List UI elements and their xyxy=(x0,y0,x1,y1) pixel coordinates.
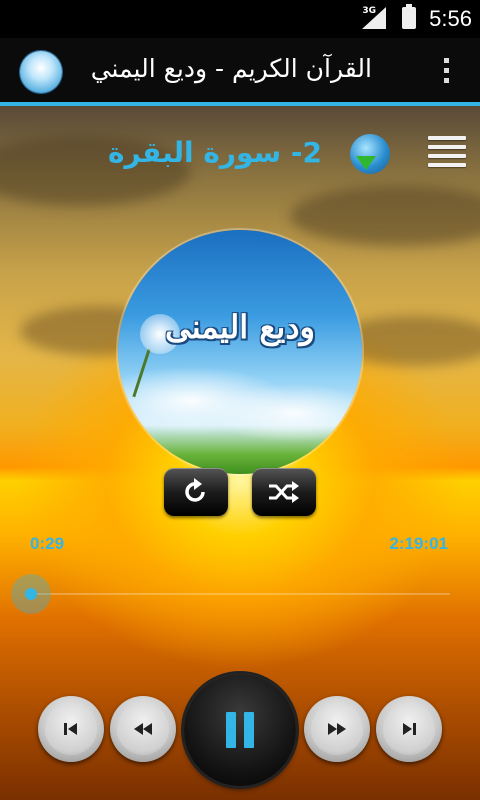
skip-next-button[interactable] xyxy=(376,696,442,762)
pause-icon xyxy=(226,712,254,748)
fast-forward-icon xyxy=(328,723,346,735)
seek-bar[interactable] xyxy=(11,574,450,614)
repeat-icon xyxy=(185,478,205,502)
globe-download-icon[interactable] xyxy=(350,134,390,174)
menu-icon[interactable] xyxy=(428,136,466,176)
skip-previous-button[interactable] xyxy=(38,696,104,762)
skip-next-icon xyxy=(403,723,416,735)
repeat-button[interactable] xyxy=(164,468,228,516)
skip-previous-icon xyxy=(64,723,77,735)
cloud xyxy=(290,186,480,246)
total-duration: 2:19:01 xyxy=(389,534,448,553)
clock: 5:56 xyxy=(429,6,472,31)
battery-icon xyxy=(402,4,416,29)
overflow-menu-icon[interactable] xyxy=(442,58,450,88)
app-title: القرآن الكريم - وديع اليمني xyxy=(90,54,372,83)
shuffle-icon xyxy=(269,481,299,503)
elapsed-time: 0:29 xyxy=(30,534,65,553)
surah-title: 2- سورة البقرة xyxy=(108,136,322,169)
app-logo-icon[interactable] xyxy=(20,51,62,93)
fast-forward-button[interactable] xyxy=(304,696,370,762)
signal-icon xyxy=(362,7,386,29)
player-background: 2- سورة البقرة وديع اليمنى 0:29 2:19:01 xyxy=(0,106,480,800)
rewind-icon xyxy=(134,723,152,735)
album-art-text: وديع اليمنى xyxy=(165,308,315,346)
pause-button[interactable] xyxy=(184,674,296,786)
status-bar: 3G 5:56 xyxy=(0,0,480,38)
rewind-button[interactable] xyxy=(110,696,176,762)
seek-thumb[interactable] xyxy=(11,574,52,614)
dandelion-stem xyxy=(132,348,151,398)
action-bar: القرآن الكريم - وديع اليمني xyxy=(0,38,480,106)
shuffle-button[interactable] xyxy=(252,468,316,516)
album-art: وديع اليمنى xyxy=(118,230,362,474)
